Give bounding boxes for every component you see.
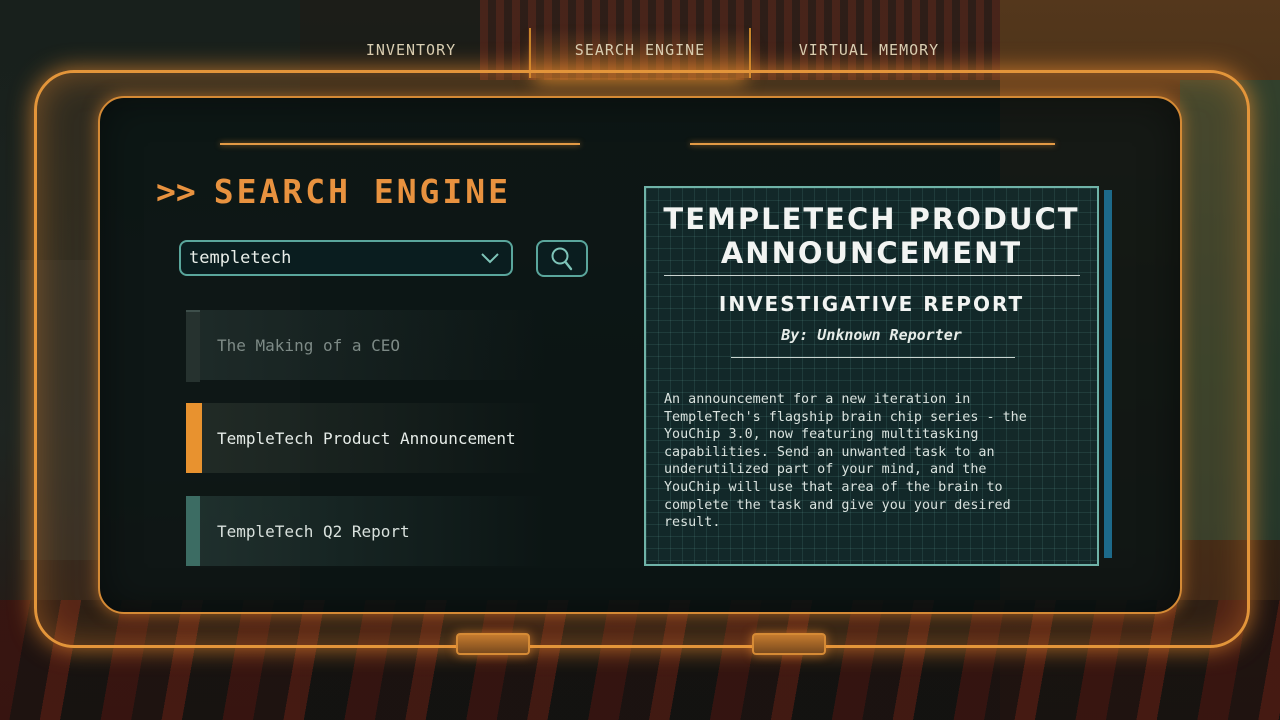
article-byline: By: Unknown Reporter	[781, 326, 962, 344]
tab-inventory-label: INVENTORY	[365, 41, 457, 59]
article-body: An announcement for a new iteration in T…	[664, 392, 1027, 531]
result-marker	[186, 496, 200, 566]
article-subtitle: INVESTIGATIVE REPORT	[718, 292, 1025, 316]
result-marker-selected	[186, 403, 202, 473]
frame-divider-left	[220, 143, 580, 145]
search-result-item[interactable]: TempleTech Q2 Report	[186, 496, 546, 566]
search-result-item-selected[interactable]: TempleTech Product Announcement	[186, 403, 546, 473]
frame-clip-left	[456, 633, 530, 655]
search-input[interactable]	[181, 247, 475, 269]
article-title: TEMPLETECH PRODUCT ANNOUNCEMENT	[646, 202, 1097, 270]
magnifier-icon	[551, 247, 573, 270]
search-button[interactable]	[536, 240, 588, 277]
search-result-label: TempleTech Q2 Report	[217, 521, 410, 541]
search-result-item[interactable]: The Making of a CEO	[186, 310, 546, 382]
result-marker	[186, 310, 200, 382]
tab-search-engine-label: SEARCH ENGINE	[574, 41, 706, 59]
article-divider	[664, 275, 1080, 276]
frame-divider-right	[690, 143, 1055, 145]
frame-clip-right	[752, 633, 826, 655]
page-title-text: SEARCH ENGINE	[213, 172, 512, 211]
chevron-down-icon[interactable]	[475, 243, 505, 273]
search-result-label: TempleTech Product Announcement	[217, 428, 516, 448]
page-title: >> SEARCH ENGINE	[156, 172, 511, 211]
tab-virtual-memory-label: VIRTUAL MEMORY	[798, 41, 940, 59]
search-result-label: The Making of a CEO	[217, 335, 401, 355]
article-divider	[731, 357, 1015, 358]
chevron-double-right-icon: >>	[156, 172, 196, 211]
article-title-line: ANNOUNCEMENT	[720, 236, 1023, 270]
article-title-line: TEMPLETECH PRODUCT	[663, 202, 1080, 236]
search-field[interactable]	[179, 240, 513, 276]
article-panel: TEMPLETECH PRODUCT ANNOUNCEMENT INVESTIG…	[644, 186, 1099, 566]
game-screen: INVENTORY SEARCH ENGINE VIRTUAL MEMORY >…	[0, 0, 1280, 720]
article-scrollbar[interactable]	[1104, 190, 1112, 558]
